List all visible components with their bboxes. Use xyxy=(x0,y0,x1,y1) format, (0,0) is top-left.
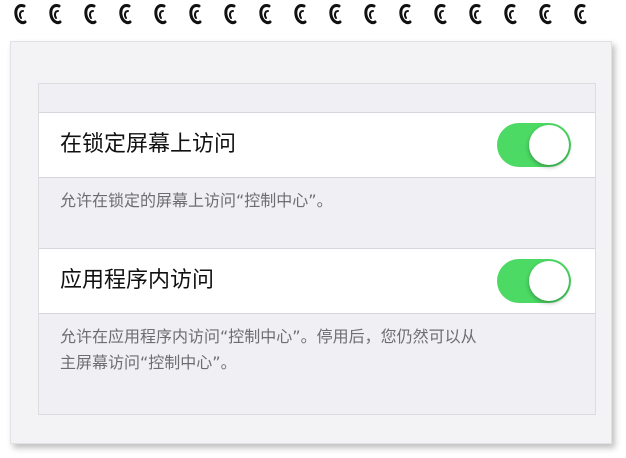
notebook-ring-icon xyxy=(329,4,342,25)
control-center-settings: 在锁定屏幕上访问 允许在锁定的屏幕上访问“控制中心”。 应用程序内访问 允许在应… xyxy=(38,83,596,415)
lock-screen-access-footer: 允许在锁定的屏幕上访问“控制中心”。 xyxy=(60,191,333,210)
notebook-ring-icon xyxy=(399,4,412,25)
notebook-ring-icon xyxy=(14,4,27,25)
notebook-ring-icon xyxy=(434,4,447,25)
notebook-ring-icon xyxy=(574,4,587,25)
lock-screen-access-label: 在锁定屏幕上访问 xyxy=(60,132,237,157)
notebook-ring-icon xyxy=(189,4,202,25)
notebook-ring-icon xyxy=(49,4,62,25)
toggle-knob xyxy=(529,261,569,301)
notebook-ring-icon xyxy=(224,4,237,25)
notebook-spiral xyxy=(14,4,587,25)
paper-card: 在锁定屏幕上访问 允许在锁定的屏幕上访问“控制中心”。 应用程序内访问 允许在应… xyxy=(10,41,612,444)
notebook-ring-icon xyxy=(259,4,272,25)
notebook-ring-icon xyxy=(504,4,517,25)
in-app-access-cell: 应用程序内访问 xyxy=(39,248,595,314)
toggle-knob xyxy=(529,125,569,165)
in-app-access-toggle[interactable] xyxy=(497,259,571,303)
notebook-ring-icon xyxy=(154,4,167,25)
in-app-access-footer-line-1: 允许在应用程序内访问“控制中心”。停用后，您仍然可以从 xyxy=(60,327,477,346)
in-app-access-footer-line-2: 主屏幕访问“控制中心”。 xyxy=(60,353,237,372)
notebook-ring-icon xyxy=(294,4,307,25)
notebook-ring-icon xyxy=(84,4,97,25)
notebook-ring-icon xyxy=(364,4,377,25)
in-app-access-label: 应用程序内访问 xyxy=(60,268,215,293)
lock-screen-access-toggle[interactable] xyxy=(497,123,571,167)
lock-screen-access-cell: 在锁定屏幕上访问 xyxy=(39,112,595,178)
notebook-ring-icon xyxy=(469,4,482,25)
page: 在锁定屏幕上访问 允许在锁定的屏幕上访问“控制中心”。 应用程序内访问 允许在应… xyxy=(0,0,626,458)
in-app-access-footer: 允许在应用程序内访问“控制中心”。停用后，您仍然可以从 主屏幕访问“控制中心”。 xyxy=(60,324,580,376)
notebook-ring-icon xyxy=(119,4,132,25)
notebook-ring-icon xyxy=(539,4,552,25)
